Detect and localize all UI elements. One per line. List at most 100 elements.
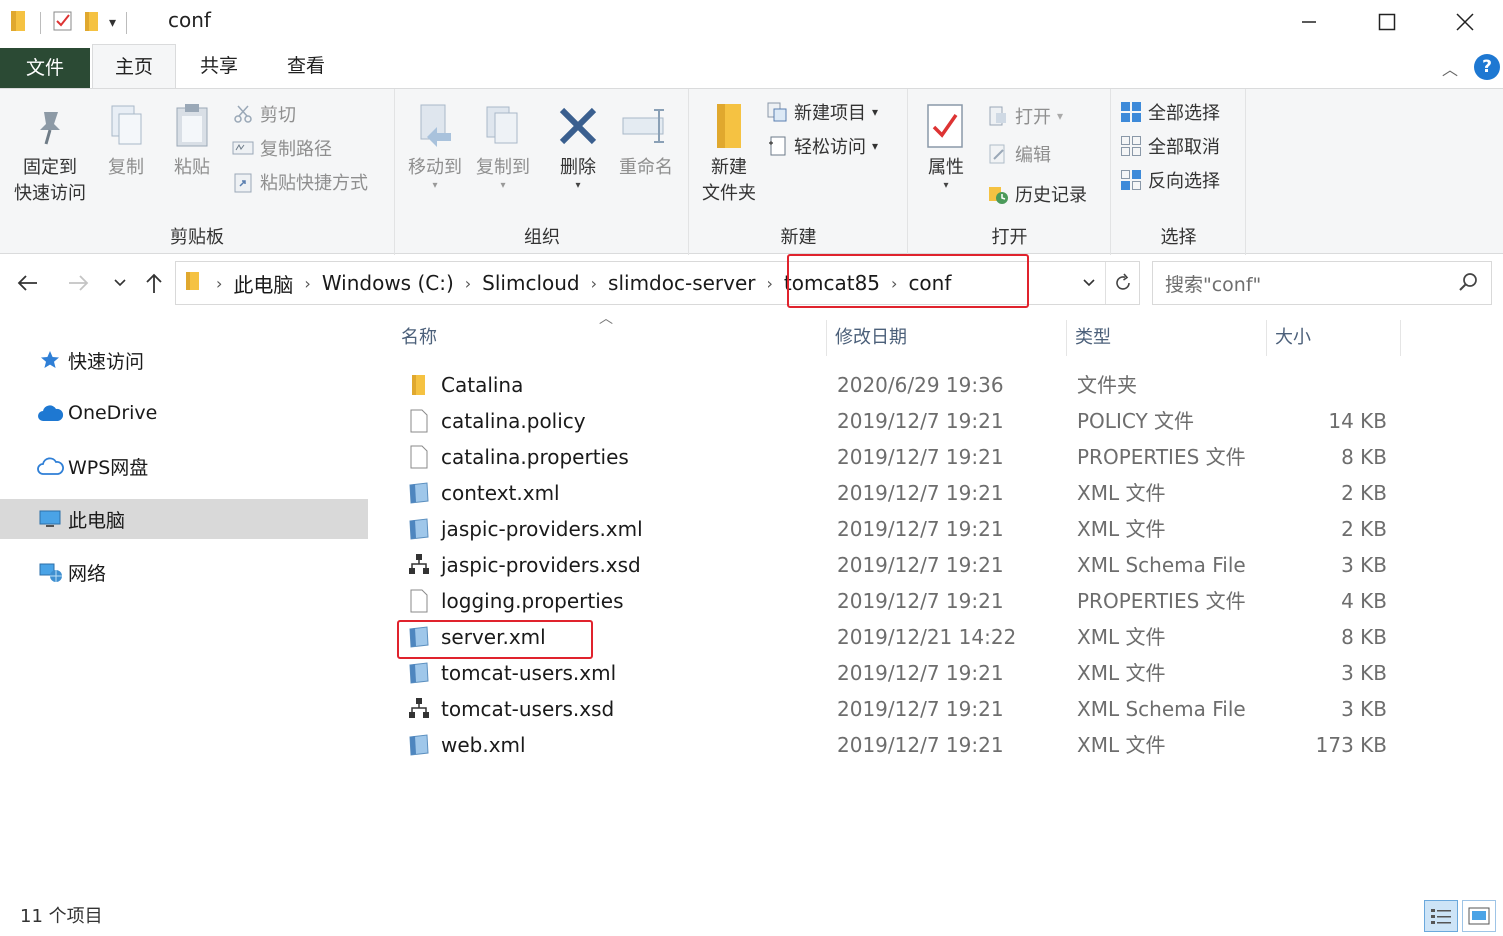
back-button[interactable] xyxy=(12,265,44,301)
breadcrumb-slimdoc-server[interactable]: slimdoc-server xyxy=(601,271,762,295)
move-to-button[interactable]: 移动到 ▾ xyxy=(402,97,468,191)
invert-selection-button[interactable]: 反向选择 xyxy=(1120,165,1220,195)
file-size: 3 KB xyxy=(1341,697,1387,721)
new-item-button[interactable]: 新建项目 ▾ xyxy=(766,97,878,127)
status-bar: 11 个项目 xyxy=(0,896,1503,936)
new-item-icon xyxy=(766,101,788,123)
copy-to-button[interactable]: 复制到 ▾ xyxy=(470,97,536,191)
file-name-cell[interactable]: catalina.properties xyxy=(407,439,629,475)
file-name-cell[interactable]: jaspic-providers.xml xyxy=(407,511,643,547)
large-icons-view-button[interactable] xyxy=(1462,900,1496,932)
ribbon: 固定到 快速访问 复制 粘贴 剪切 复制路径 粘贴快捷方式 剪贴板 移动到 ▾ … xyxy=(0,88,1503,255)
table-row[interactable]: catalina.properties 2019/12/7 19:21 PROPER… xyxy=(395,439,1405,475)
file-name-cell[interactable]: server.xml xyxy=(407,619,546,655)
pin-quick-access-button[interactable]: 固定到 快速访问 xyxy=(8,97,92,207)
new-folder-icon xyxy=(704,97,754,155)
breadcrumb-chevron-icon[interactable]: › xyxy=(461,274,475,293)
sidebar-item-network[interactable]: 网络 xyxy=(0,552,368,592)
file-name: jaspic-providers.xml xyxy=(441,517,643,541)
up-button[interactable] xyxy=(138,265,170,301)
new-folder-button[interactable]: 新建 文件夹 xyxy=(694,97,764,207)
breadcrumb-conf[interactable]: conf xyxy=(901,271,958,295)
select-all-button[interactable]: 全部选择 xyxy=(1120,97,1220,127)
open-button[interactable]: 打开 ▾ xyxy=(987,101,1063,131)
customize-qat-icon[interactable]: ▾ xyxy=(109,15,116,31)
search-icon xyxy=(1457,271,1479,298)
easy-access-button[interactable]: 轻松访问 ▾ xyxy=(766,131,878,161)
forward-button[interactable] xyxy=(62,265,94,301)
breadcrumb-drive-c[interactable]: Windows (C:) xyxy=(315,271,461,295)
properties-check-icon[interactable] xyxy=(51,9,75,37)
sidebar-item-quick-access[interactable]: 快速访问 xyxy=(0,340,368,380)
breadcrumb-chevron-icon[interactable]: › xyxy=(587,274,601,293)
tab-file[interactable]: 文件 xyxy=(0,48,90,88)
edit-button[interactable]: 编辑 xyxy=(987,139,1051,169)
breadcrumb-chevron-icon[interactable]: › xyxy=(300,274,314,293)
rename-icon xyxy=(621,97,671,155)
file-name-cell[interactable]: jaspic-providers.xsd xyxy=(407,547,641,583)
table-row[interactable]: Catalina 2020/6/29 19:36 文件夹 xyxy=(395,367,1405,403)
sidebar-item-this-pc[interactable]: 此电脑 xyxy=(0,499,368,539)
column-header-date[interactable]: 修改日期 xyxy=(829,320,1067,356)
table-row[interactable]: jaspic-providers.xml 2019/12/7 19:21 XML 文… xyxy=(395,511,1405,547)
refresh-button[interactable] xyxy=(1105,262,1139,304)
new-folder-icon[interactable] xyxy=(81,9,103,37)
table-row[interactable]: catalina.policy 2019/12/7 19:21 POLICY 文件 1… xyxy=(395,403,1405,439)
table-row[interactable]: logging.properties 2019/12/7 19:21 PROPERT… xyxy=(395,583,1405,619)
paste-button[interactable]: 粘贴 xyxy=(164,97,220,181)
table-row[interactable]: context.xml 2019/12/7 19:21 XML 文件 2 KB xyxy=(395,475,1405,511)
table-row[interactable]: web.xml 2019/12/7 19:21 XML 文件 173 KB xyxy=(395,727,1405,763)
search-input[interactable]: 搜索"conf" xyxy=(1152,261,1492,305)
network-icon xyxy=(36,558,64,586)
properties-button[interactable]: 属性 ▾ xyxy=(915,97,977,191)
tab-view[interactable]: 查看 xyxy=(265,44,347,88)
recent-locations-button[interactable] xyxy=(104,265,136,301)
sidebar-item-onedrive[interactable]: OneDrive xyxy=(0,393,368,433)
copy-button[interactable]: 复制 xyxy=(98,97,154,181)
table-row[interactable]: jaspic-providers.xsd 2019/12/7 19:21 XML S… xyxy=(395,547,1405,583)
copy-path-icon xyxy=(232,137,254,159)
file-name: server.xml xyxy=(441,625,546,649)
address-bar[interactable]: › 此电脑 › Windows (C:) › Slimcloud › slimd… xyxy=(175,261,1140,305)
breadcrumb-this-pc[interactable]: 此电脑 xyxy=(226,269,300,298)
help-icon[interactable]: ? xyxy=(1474,54,1500,80)
file-name-cell[interactable]: web.xml xyxy=(407,727,526,763)
column-header-type[interactable]: 类型 xyxy=(1069,320,1267,356)
column-header-name[interactable]: 名称 xyxy=(395,320,827,356)
file-name: logging.properties xyxy=(441,589,624,613)
cloud-outline-icon xyxy=(36,452,64,480)
file-name-cell[interactable]: tomcat-users.xsd xyxy=(407,691,614,727)
file-name-cell[interactable]: logging.properties xyxy=(407,583,624,619)
maximize-button[interactable] xyxy=(1348,0,1426,44)
column-header-size[interactable]: 大小 xyxy=(1269,320,1401,356)
table-row[interactable]: tomcat-users.xml 2019/12/7 19:21 XML 文件 3 K… xyxy=(395,655,1405,691)
file-date: 2019/12/7 19:21 xyxy=(837,553,1004,577)
details-view-icon xyxy=(1431,909,1451,924)
breadcrumb-tomcat85[interactable]: tomcat85 xyxy=(777,271,887,295)
sidebar-item-wps-drive[interactable]: WPS网盘 xyxy=(0,446,368,486)
file-name-cell[interactable]: context.xml xyxy=(407,475,560,511)
rename-button[interactable]: 重命名 xyxy=(612,97,680,181)
cut-button[interactable]: 剪切 xyxy=(232,99,296,129)
close-button[interactable] xyxy=(1426,0,1503,44)
address-history-dropdown[interactable] xyxy=(1073,278,1105,288)
table-row[interactable]: server.xml 2019/12/21 14:22 XML 文件 8 KB xyxy=(395,619,1405,655)
breadcrumb-slimcloud[interactable]: Slimcloud xyxy=(475,271,586,295)
file-name-cell[interactable]: tomcat-users.xml xyxy=(407,655,616,691)
collapse-ribbon-icon[interactable]: ︿ xyxy=(1442,56,1458,80)
tab-home[interactable]: 主页 xyxy=(92,44,177,88)
copy-path-button[interactable]: 复制路径 xyxy=(232,133,332,163)
paste-shortcut-button[interactable]: 粘贴快捷方式 xyxy=(232,167,368,197)
details-view-button[interactable] xyxy=(1424,900,1458,932)
tab-share[interactable]: 共享 xyxy=(178,44,260,88)
breadcrumb-chevron-icon[interactable]: › xyxy=(763,274,777,293)
select-none-button[interactable]: 全部取消 xyxy=(1120,131,1220,161)
file-name-cell[interactable]: catalina.policy xyxy=(407,403,586,439)
history-button[interactable]: 历史记录 xyxy=(987,179,1087,209)
breadcrumb-chevron-icon[interactable]: › xyxy=(887,274,901,293)
copy-icon xyxy=(101,97,151,155)
file-name-cell[interactable]: Catalina xyxy=(407,367,523,403)
minimize-button[interactable] xyxy=(1270,0,1348,44)
table-row[interactable]: tomcat-users.xsd 2019/12/7 19:21 XML Schem… xyxy=(395,691,1405,727)
delete-button[interactable]: 删除 ▾ xyxy=(548,97,608,191)
